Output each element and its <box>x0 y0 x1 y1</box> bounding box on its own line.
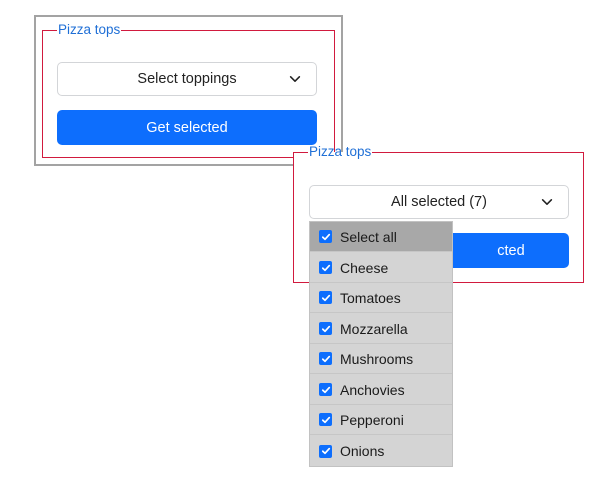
option-anchovies[interactable]: Anchovies <box>310 375 452 405</box>
button-label: cted <box>497 242 525 259</box>
checkbox-checked-icon[interactable] <box>319 261 332 274</box>
option-label: Mozzarella <box>340 320 408 337</box>
option-label: Cheese <box>340 259 389 276</box>
fieldset-legend: Pizza tops <box>58 22 121 37</box>
button-label: Get selected <box>146 119 228 136</box>
select-value: All selected (7) <box>391 194 487 210</box>
option-tomatoes[interactable]: Tomatoes <box>310 283 452 313</box>
checkbox-checked-icon[interactable] <box>319 291 332 304</box>
checkbox-checked-icon[interactable] <box>319 322 332 335</box>
toppings-select-open[interactable]: All selected (7) <box>309 185 569 219</box>
option-label: Pepperoni <box>340 411 404 428</box>
checkbox-checked-icon[interactable] <box>319 444 332 458</box>
chevron-down-icon <box>541 199 553 205</box>
option-onions[interactable]: Onions <box>310 436 452 466</box>
checkbox-checked-icon[interactable] <box>319 383 332 396</box>
checkbox-checked-icon[interactable] <box>319 413 332 426</box>
toppings-select[interactable]: Select toppings <box>57 62 317 96</box>
checkbox-checked-icon[interactable] <box>319 352 332 365</box>
option-label: Onions <box>340 443 385 459</box>
option-label: Select all <box>340 228 397 245</box>
option-cheese[interactable]: Cheese <box>310 253 452 283</box>
select-value: Select toppings <box>137 71 237 87</box>
option-label: Tomatoes <box>340 289 401 306</box>
toppings-dropdown: Select all Cheese Tomatoes Mozzarella Mu… <box>309 221 453 467</box>
option-pepperoni[interactable]: Pepperoni <box>310 405 452 435</box>
option-mozzarella[interactable]: Mozzarella <box>310 314 452 344</box>
get-selected-button[interactable]: Get selected <box>57 110 317 145</box>
fieldset-legend: Pizza tops <box>309 144 372 159</box>
option-mushrooms[interactable]: Mushrooms <box>310 344 452 374</box>
option-label: Mushrooms <box>340 350 414 367</box>
chevron-down-icon <box>289 76 301 82</box>
option-label: Anchovies <box>340 381 405 398</box>
checkbox-checked-icon[interactable] <box>319 230 332 243</box>
option-select-all[interactable]: Select all <box>310 222 452 252</box>
